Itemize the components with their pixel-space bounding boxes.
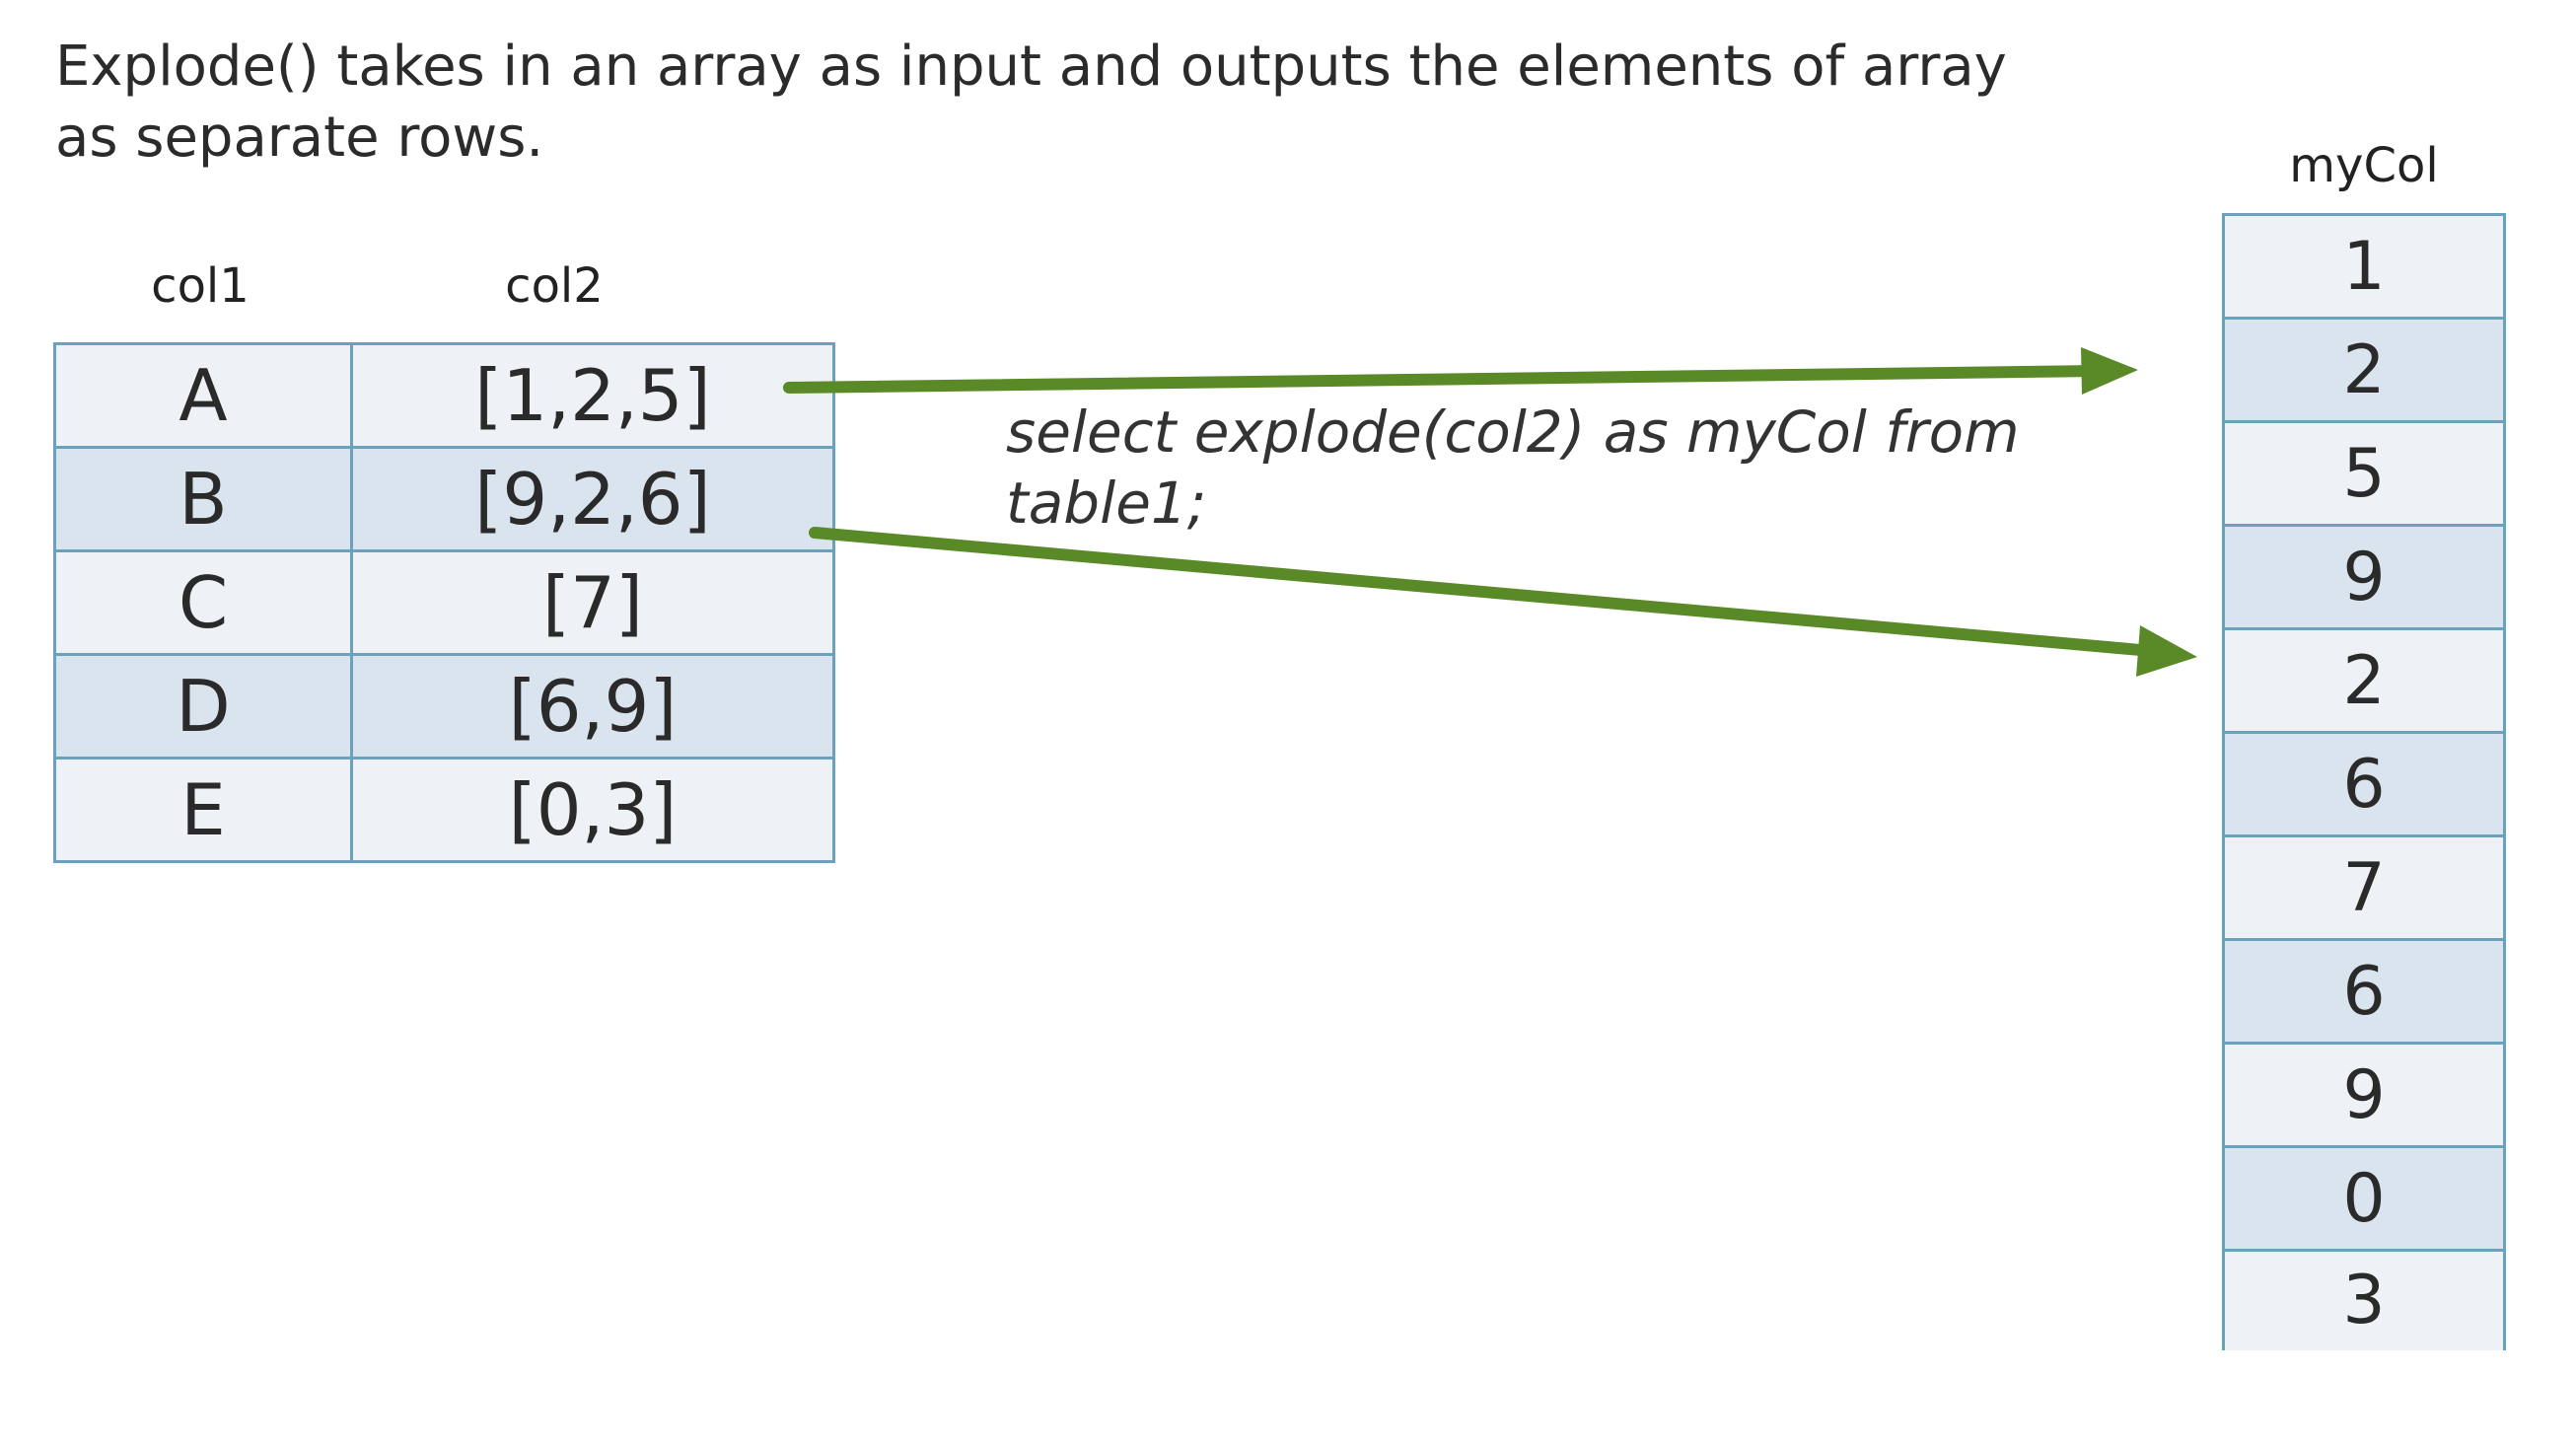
- table-row: A [1,2,5]: [53, 342, 835, 449]
- output-cell: 1: [2222, 213, 2506, 320]
- table-cell-col1: A: [53, 342, 353, 449]
- table-row: 6: [2222, 938, 2506, 1045]
- output-cell: 9: [2222, 524, 2506, 630]
- table-row: B [9,2,6]: [53, 446, 835, 552]
- table-row: 2: [2222, 627, 2506, 734]
- arrow-row-a: [783, 347, 2138, 395]
- table-row: 9: [2222, 524, 2506, 630]
- output-header-mycol: myCol: [2289, 138, 2439, 193]
- output-cell: 3: [2222, 1249, 2506, 1350]
- table-row: 9: [2222, 1042, 2506, 1148]
- table-row: 6: [2222, 731, 2506, 837]
- table-row: 5: [2222, 420, 2506, 527]
- source-header-col2: col2: [505, 258, 604, 314]
- source-table: A [1,2,5] B [9,2,6] C [7] D [6,9] E [0,3…: [53, 342, 835, 863]
- output-cell: 0: [2222, 1145, 2506, 1252]
- arrow-row-b: [809, 527, 2197, 677]
- table-row: E [0,3]: [53, 757, 835, 863]
- table-row: 3: [2222, 1249, 2506, 1350]
- intro-text: Explode() takes in an array as input and…: [55, 35, 2007, 170]
- table-cell-col2: [9,2,6]: [350, 446, 835, 552]
- table-row: 2: [2222, 317, 2506, 423]
- output-cell: 5: [2222, 420, 2506, 527]
- table-row: 0: [2222, 1145, 2506, 1252]
- source-header-col1: col1: [151, 258, 250, 314]
- output-table: 1 2 5 9 2 6 7 6 9 0 3: [2222, 213, 2506, 1350]
- output-cell: 6: [2222, 938, 2506, 1045]
- output-cell: 7: [2222, 834, 2506, 941]
- table-row: C [7]: [53, 549, 835, 656]
- table-cell-col2: [1,2,5]: [350, 342, 835, 449]
- output-cell: 9: [2222, 1042, 2506, 1148]
- table-row: 1: [2222, 213, 2506, 320]
- output-cell: 6: [2222, 731, 2506, 837]
- table-row: D [6,9]: [53, 653, 835, 760]
- output-cell: 2: [2222, 317, 2506, 423]
- output-cell: 2: [2222, 627, 2506, 734]
- table-row: 7: [2222, 834, 2506, 941]
- table-cell-col2: [6,9]: [350, 653, 835, 760]
- table-cell-col2: [7]: [350, 549, 835, 656]
- table-cell-col1: E: [53, 757, 353, 863]
- table-cell-col2: [0,3]: [350, 757, 835, 863]
- table-cell-col1: C: [53, 549, 353, 656]
- sql-query-text: select explode(col2) as myCol from table…: [1006, 398, 2020, 537]
- table-cell-col1: D: [53, 653, 353, 760]
- table-cell-col1: B: [53, 446, 353, 552]
